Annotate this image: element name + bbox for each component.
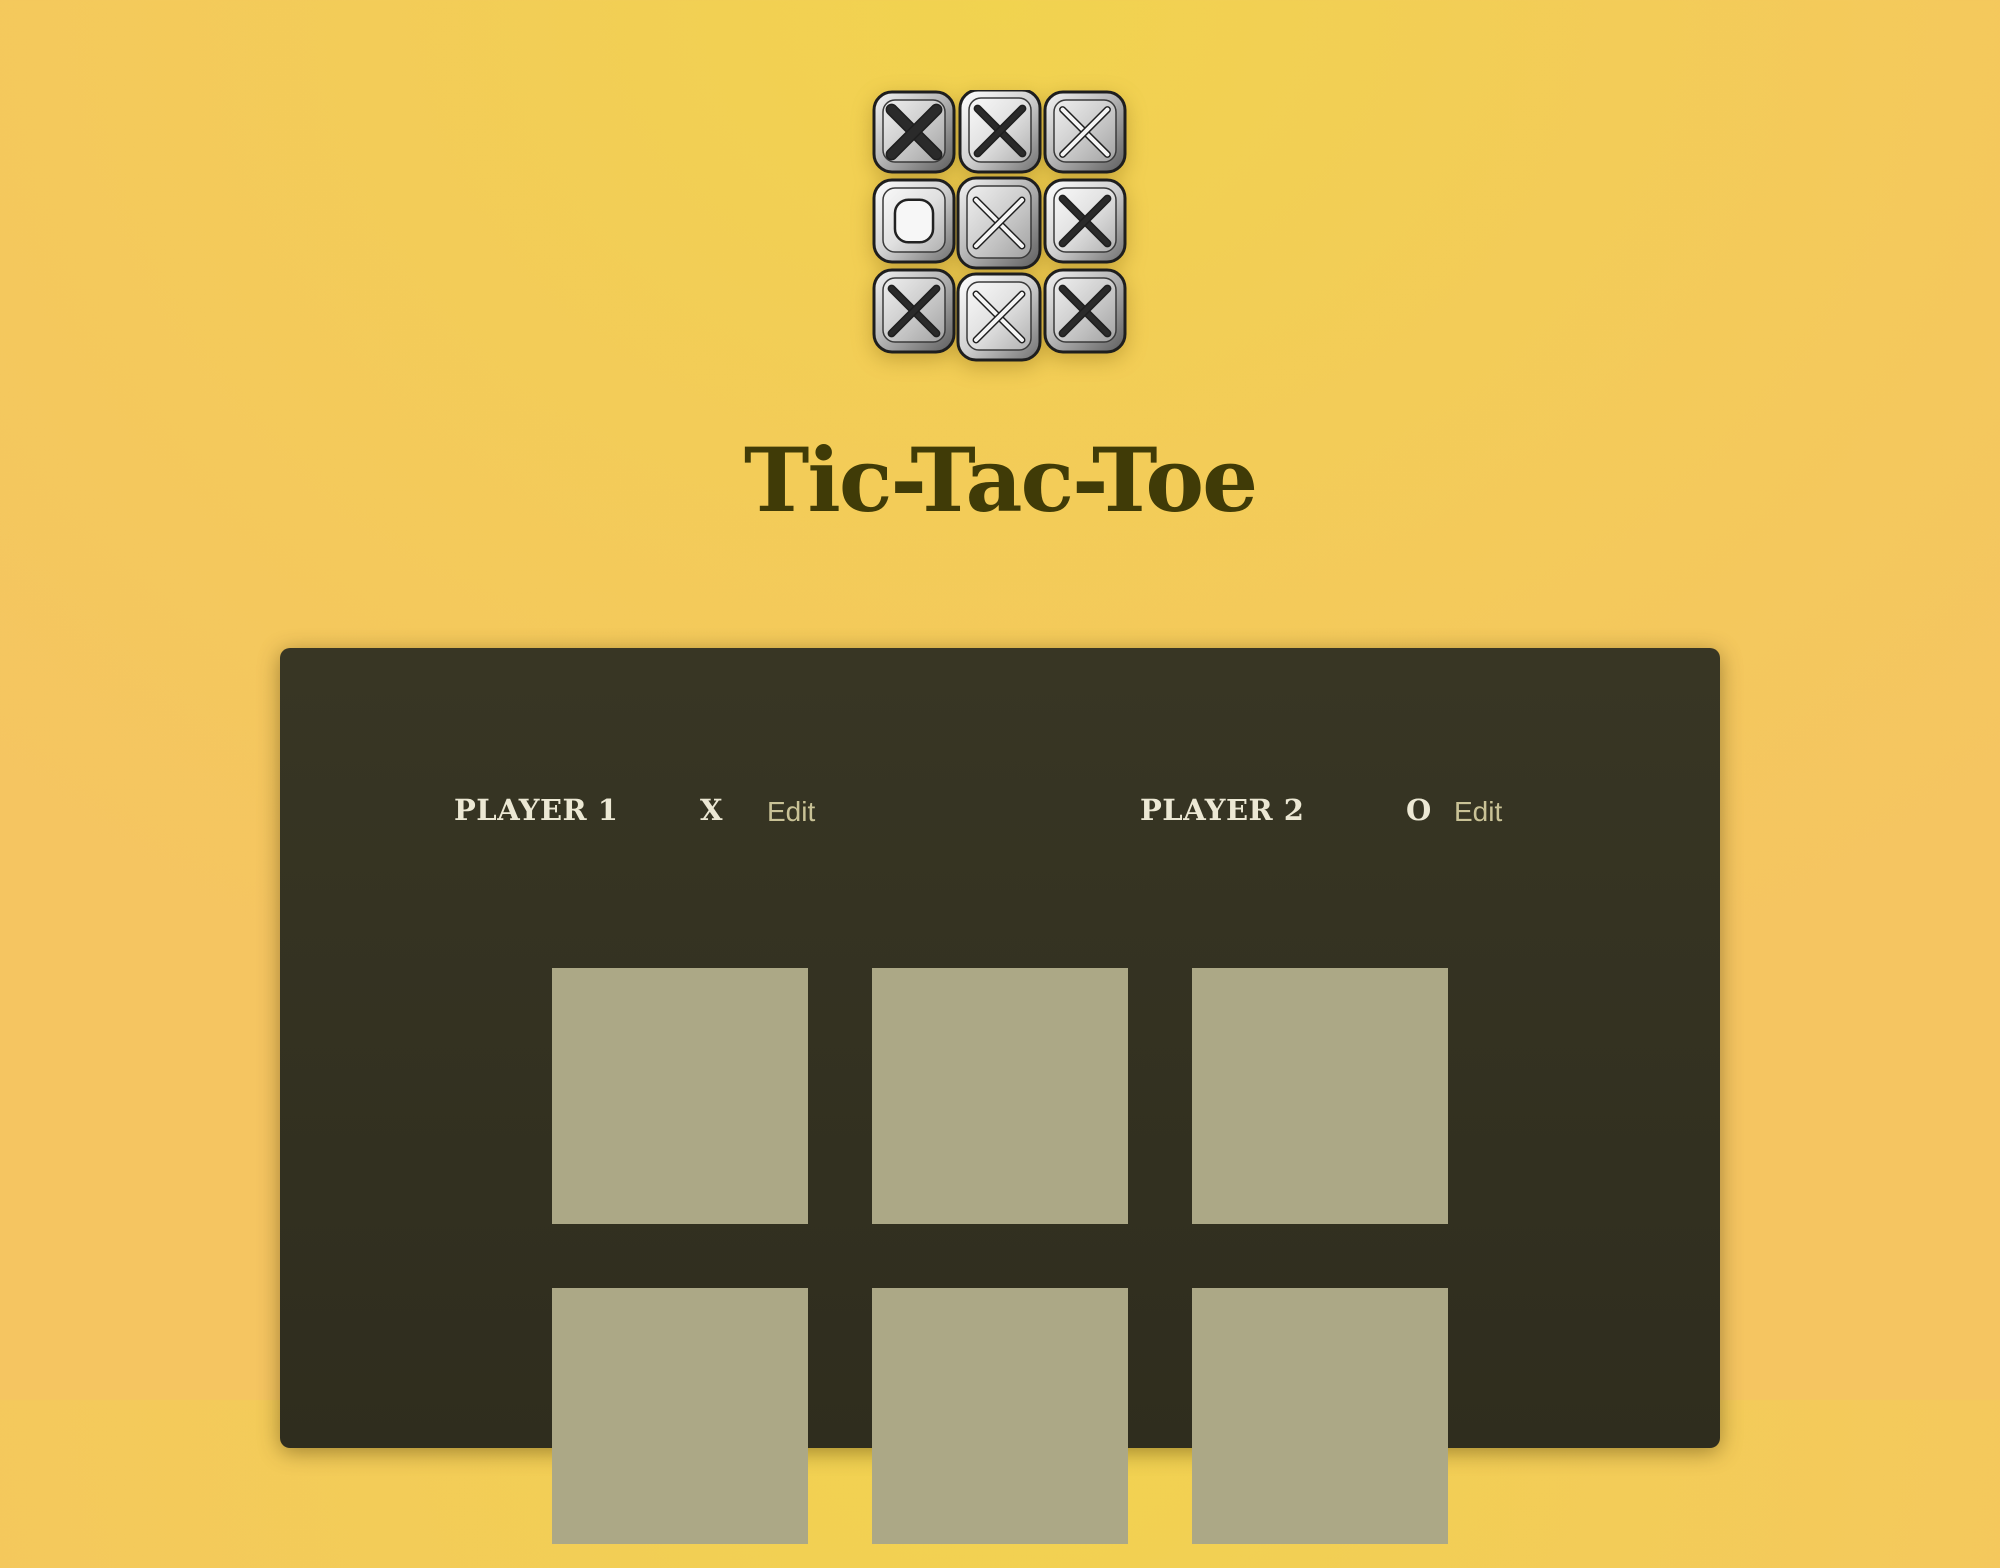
player-1-symbol: X	[700, 793, 723, 827]
game-board	[552, 968, 1448, 1568]
board-cell-1[interactable]	[552, 968, 808, 1224]
board-cell-5[interactable]	[872, 1288, 1128, 1544]
player-1-edit-button[interactable]: Edit	[767, 788, 815, 836]
player-2-edit-button[interactable]: Edit	[1454, 788, 1502, 836]
page-title: Tic-Tac-Toe	[743, 428, 1258, 532]
player-2-symbol: O	[1406, 793, 1432, 827]
player-2-info: PLAYER 2 O Edit	[1140, 786, 1560, 834]
player-1-name: PLAYER 1	[454, 793, 619, 827]
player-1-info: PLAYER 1 X Edit	[454, 786, 874, 834]
game-panel: PLAYER 1 X Edit PLAYER 2 O Edit	[280, 648, 1720, 1544]
player-2-name: PLAYER 2	[1140, 793, 1305, 827]
board-cell-2[interactable]	[872, 968, 1128, 1224]
board-cell-6[interactable]	[1192, 1288, 1448, 1544]
board-cell-4[interactable]	[552, 1288, 808, 1544]
tic-tac-toe-logo-icon	[872, 90, 1127, 362]
board-cell-3[interactable]	[1192, 968, 1448, 1224]
